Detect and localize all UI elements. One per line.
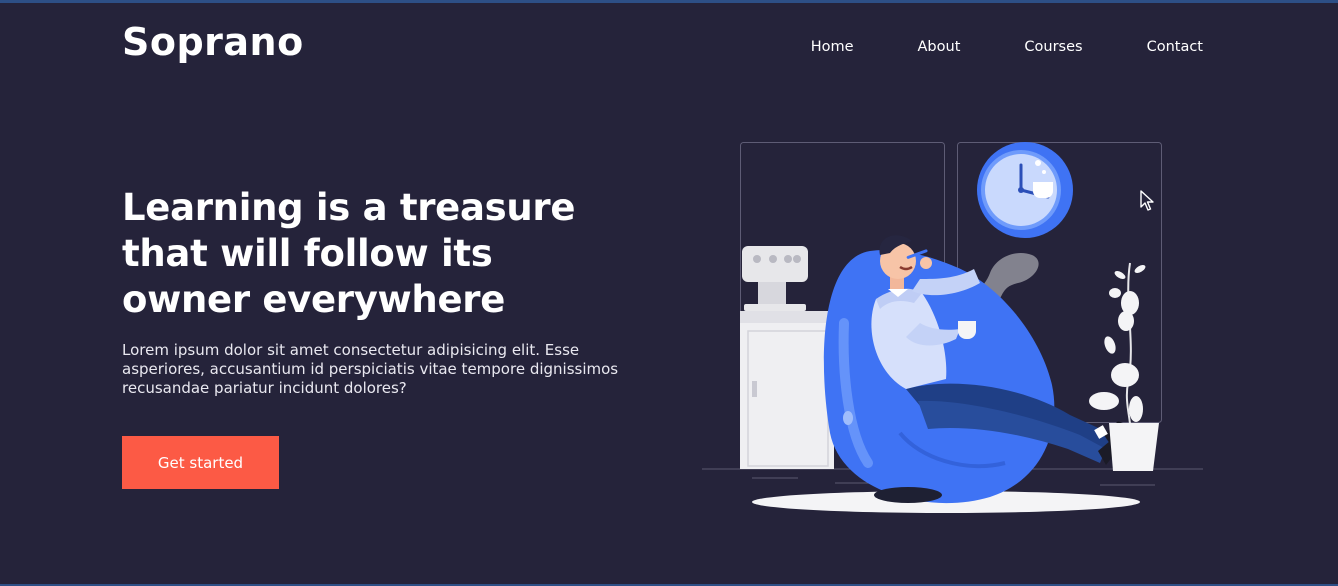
- coffee-machine: [742, 246, 808, 311]
- mouse-cursor-icon: [1140, 190, 1154, 211]
- main-nav: Home About Courses Contact: [811, 37, 1203, 57]
- hero-headline: Learning is a treasure that will follow …: [122, 186, 576, 321]
- nav-link-courses[interactable]: Courses: [1024, 37, 1082, 57]
- nav-link-about[interactable]: About: [918, 37, 961, 57]
- clock-icon: [977, 142, 1073, 238]
- hero-description: Lorem ipsum dolor sit amet consectetur a…: [122, 341, 619, 397]
- get-started-button[interactable]: Get started: [122, 436, 279, 489]
- brand-logo[interactable]: Soprano: [122, 21, 304, 64]
- nav-link-home[interactable]: Home: [811, 37, 854, 57]
- hero-illustration: [702, 142, 1203, 513]
- cabinet: [740, 311, 834, 469]
- landing-page: Soprano Home About Courses Contact Learn…: [0, 0, 1338, 586]
- nav-link-contact[interactable]: Contact: [1147, 37, 1203, 57]
